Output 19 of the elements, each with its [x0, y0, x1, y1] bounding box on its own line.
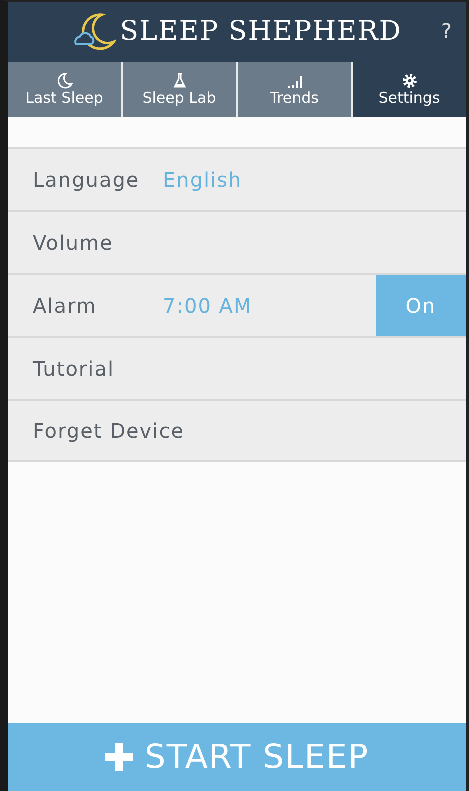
- app-title: SLEEP SHEPHERD: [120, 14, 402, 49]
- gear-icon: [402, 72, 418, 88]
- moon-icon: [56, 72, 72, 88]
- flask-icon: [172, 72, 188, 88]
- tab[interactable]: Sleep Lab: [123, 62, 238, 117]
- setting-label: Tutorial: [32, 356, 116, 382]
- setting-label: Alarm: [32, 292, 98, 320]
- setting-label: Volume: [32, 230, 114, 256]
- settings-row[interactable]: Language English: [8, 147, 466, 210]
- settings-row[interactable]: Forget Device: [8, 399, 466, 462]
- tab[interactable]: Trends: [238, 62, 353, 117]
- plus-icon: [104, 743, 133, 771]
- moon-cloud-logo-icon: [72, 12, 116, 52]
- tab[interactable]: Last Sleep: [8, 62, 123, 117]
- setting-label: Forget Device: [32, 418, 184, 444]
- settings-row[interactable]: Volume: [8, 210, 466, 273]
- help-button[interactable]: ?: [441, 16, 452, 46]
- settings-row[interactable]: Tutorial: [8, 336, 466, 399]
- setting-label: Language: [32, 166, 141, 194]
